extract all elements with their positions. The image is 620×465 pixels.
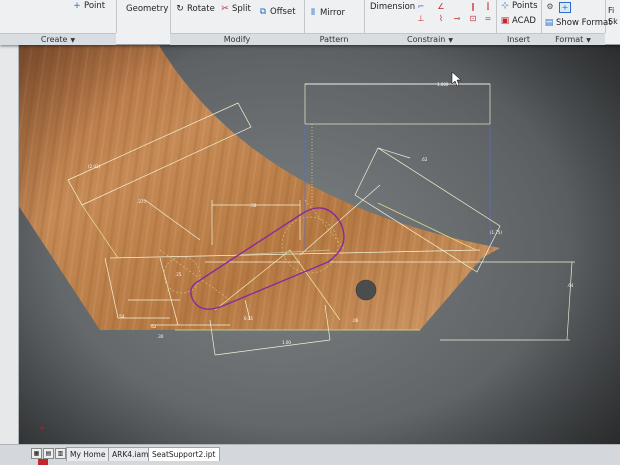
chevron-down-icon: ▼ [448, 37, 453, 44]
tile-view-icon[interactable]: ▥ [55, 448, 66, 459]
insert-panel-title[interactable]: Insert [496, 33, 541, 45]
dim-slot-width: .50 [250, 203, 257, 208]
create-title-label: Create [40, 35, 68, 44]
status-icon[interactable] [38, 459, 48, 465]
point-label: Point [84, 1, 106, 11]
insert-panel: ⊹ Points ▣ ACAD Insert [496, 0, 542, 45]
tab-label: SeatSupport2.ipt [152, 450, 216, 459]
split-button[interactable]: ✂ Split [220, 4, 251, 14]
tangent-icon[interactable]: ⊸ [452, 14, 462, 23]
sketch-canvas[interactable]: 1.000 (2.01) .62 .50 .375 .64 1.00 .54 .… [0, 0, 620, 465]
vertical-icon[interactable]: ⫿ [483, 2, 493, 11]
dimension-label: Dimension [370, 2, 416, 12]
equal-icon[interactable]: = [483, 14, 493, 23]
dim-angle-left: (2.01) [88, 164, 100, 169]
dim-small-2: .06 [352, 318, 359, 323]
dim-small-1: .25 [175, 272, 182, 277]
pattern-panel-title[interactable]: Pattern [304, 33, 364, 45]
rotate-icon: ↻ [176, 4, 184, 14]
mirror-label: Mirror [320, 8, 346, 18]
rotate-label: Rotate [187, 4, 215, 14]
browser-panel: ▸ [0, 26, 19, 444]
grid-view-icon[interactable]: ▦ [31, 448, 42, 459]
create-panel-title[interactable]: Create ▼ [0, 33, 116, 45]
format-panel-title[interactable]: Format ▼ [541, 33, 605, 45]
chevron-down-icon: ▼ [70, 37, 76, 44]
cascade-view-icon[interactable]: ▤ [43, 448, 54, 459]
tab-label: ARK4.iam [112, 450, 149, 459]
dim-angle-right: .62 [421, 157, 428, 162]
horizontal-icon[interactable]: ⌇ [436, 14, 446, 23]
mirror-button[interactable]: ⫴ Mirror [308, 8, 345, 18]
dim-left-1: .54 [118, 314, 125, 319]
dim-left-2: .62 [150, 324, 157, 329]
points-icon: ⊹ [501, 1, 509, 11]
constrain-panel-title[interactable]: Constrain ▼ [364, 33, 496, 45]
acad-icon: ▣ [500, 16, 510, 26]
finish-sketch-label: Fi [608, 6, 615, 15]
modify-title-label: Modify [223, 35, 251, 44]
modify-panel-title[interactable]: Modify [170, 33, 304, 45]
perpendicular-icon[interactable]: ⊥ [416, 14, 426, 23]
offset-button[interactable]: ⧉ Offset [258, 7, 296, 17]
parallel-icon[interactable]: ∥ [468, 2, 478, 11]
fix-icon[interactable]: ⊡ [468, 14, 478, 23]
show-format-label: Show Format [556, 18, 612, 28]
tab-label: My Home [70, 450, 106, 459]
pattern-title-label: Pattern [319, 35, 349, 44]
dim-height-right: .64 [567, 283, 574, 288]
format-panel: ⚙ + ▤ Show Format Format ▼ [541, 0, 612, 45]
dimension-button[interactable]: Dimension [370, 2, 415, 12]
show-format-button[interactable]: ▤ Show Format [544, 18, 612, 28]
split-icon: ✂ [221, 4, 229, 14]
show-format-icon: ▤ [544, 18, 554, 28]
dim-top-width: 1.000 [437, 82, 449, 87]
split-label: Split [232, 4, 251, 14]
dim-corner: (1.75) [490, 230, 502, 235]
format-title-label: Format [555, 35, 584, 44]
constrain-title-label: Constrain [407, 35, 446, 44]
dim-slot-radius: .375 [137, 199, 146, 204]
construction-icon[interactable]: + [559, 2, 571, 13]
tab-seatsupport2[interactable]: SeatSupport2.ipt [148, 447, 220, 461]
gear-icon[interactable]: ⚙ [545, 2, 555, 11]
point-icon: + [73, 1, 81, 11]
tab-ark4[interactable]: ARK4.iam [108, 447, 153, 461]
coincident-icon[interactable]: ⌐ [416, 2, 426, 11]
origin-indicator [40, 426, 44, 430]
screen: 1.000 (2.01) .62 .50 .375 .64 1.00 .54 .… [0, 0, 620, 465]
ribbon: + Point Create ▼ Geometry ↻ Rotate ✂ Spli… [0, 0, 620, 45]
hole-feature[interactable] [355, 279, 377, 301]
create-panel: + Point Create ▼ [0, 0, 117, 45]
dim-bottom-len: 1.00 [282, 340, 291, 345]
acad-label: ACAD [512, 16, 536, 26]
offset-label: Offset [270, 7, 296, 17]
tab-my-home[interactable]: My Home [66, 447, 110, 461]
dim-small-3: 0.35 [244, 316, 253, 321]
finish-sketch-button-line2[interactable]: Sk [608, 17, 618, 26]
document-tab-bar: ▦ ▤ ▥ My Home ARK4.iam SeatSupport2.ipt [0, 444, 620, 465]
part-face [18, 26, 500, 330]
mirror-icon: ⫴ [311, 8, 315, 18]
geometry-panel: Geometry [116, 0, 171, 33]
acad-button[interactable]: ▣ ACAD [500, 16, 536, 26]
offset-icon: ⧉ [259, 7, 267, 17]
finish-sketch-label-2: Sk [608, 17, 618, 26]
dim-left-3: .30 [157, 334, 164, 339]
collinear-icon[interactable]: ∠ [436, 2, 446, 11]
pattern-panel: ⫴ Mirror Pattern [304, 0, 365, 45]
points-label: Points [512, 1, 538, 11]
points-button[interactable]: ⊹ Points [500, 1, 538, 11]
chevron-down-icon: ▼ [586, 37, 591, 44]
modify-panel: ↻ Rotate ✂ Split ⧉ Offset Modify [170, 0, 305, 45]
finish-sketch-button[interactable]: Fi [608, 6, 614, 15]
point-button[interactable]: + Point [72, 1, 105, 11]
rotate-button[interactable]: ↻ Rotate [175, 4, 215, 14]
geometry-button[interactable]: Geometry [126, 4, 168, 14]
insert-title-label: Insert [507, 35, 530, 44]
constrain-panel: Dimension ⌐ ⊥ ∠ ⌇ ⊸ ∥ ⊡ = ⫿ Constrain ▼ [364, 0, 497, 45]
geometry-label: Geometry [126, 4, 169, 14]
